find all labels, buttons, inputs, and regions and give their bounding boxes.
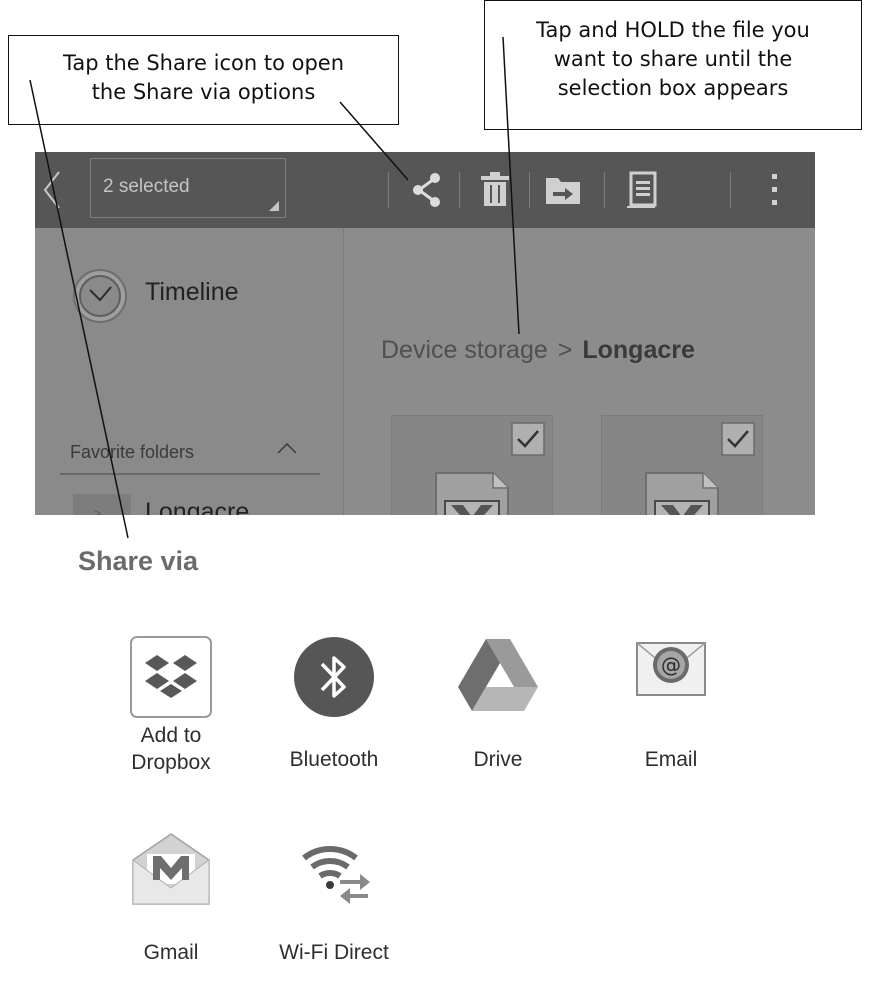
selection-count-dropdown[interactable]: 2 selected bbox=[90, 158, 286, 218]
share-option-label: Bluetooth bbox=[289, 748, 379, 771]
toolbar-divider bbox=[459, 172, 460, 208]
toolbar-divider bbox=[730, 172, 731, 208]
delete-icon[interactable] bbox=[475, 170, 515, 210]
toolbar-divider bbox=[529, 172, 530, 208]
drive-icon bbox=[458, 639, 538, 711]
bluetooth-icon bbox=[294, 637, 374, 717]
phone-screen: 2 selected Timeline Favorite folders > L… bbox=[35, 152, 815, 1004]
breadcrumb-root[interactable]: Device storage bbox=[381, 336, 548, 364]
move-icon[interactable] bbox=[543, 170, 583, 210]
share-option-label: Dropbox bbox=[131, 751, 211, 774]
share-option-gmail[interactable]: Gmail bbox=[96, 828, 246, 966]
checkbox-checked-icon[interactable] bbox=[721, 422, 755, 456]
dropdown-corner-icon bbox=[269, 201, 279, 211]
share-option-dropbox[interactable]: Add to Dropbox bbox=[96, 635, 246, 776]
toolbar-divider bbox=[604, 172, 605, 208]
share-icon[interactable] bbox=[407, 170, 447, 210]
wifi-direct-icon bbox=[302, 846, 370, 904]
share-option-label: Gmail bbox=[143, 941, 199, 964]
share-option-label: Drive bbox=[473, 748, 523, 771]
checkbox-checked-icon[interactable] bbox=[511, 422, 545, 456]
selection-count-label: 2 selected bbox=[103, 176, 190, 197]
breadcrumb-separator: > bbox=[557, 336, 573, 364]
clock-icon[interactable] bbox=[73, 269, 127, 323]
callout-text-line: Tap and HOLD the file you bbox=[536, 18, 810, 42]
callout-share-instruction: Tap the Share icon to open the Share via… bbox=[8, 35, 399, 125]
callout-text-line: want to share until the bbox=[553, 47, 793, 71]
share-option-label: Wi-Fi Direct bbox=[279, 941, 389, 964]
share-via-dialog: Share via Add to Dropbox Bluetooth Drive… bbox=[35, 515, 815, 1004]
callout-text-line: Tap the Share icon to open bbox=[62, 51, 345, 75]
email-icon: @ bbox=[636, 642, 706, 696]
callout-select-instruction: Tap and HOLD the file you want to share … bbox=[484, 0, 862, 130]
favorite-folders-header: Favorite folders bbox=[70, 442, 195, 462]
callout-text-line: the Share via options bbox=[91, 80, 316, 104]
share-option-bluetooth[interactable]: Bluetooth bbox=[259, 635, 409, 773]
dialog-title: Share via bbox=[78, 546, 199, 576]
sidebar-item-timeline[interactable]: Timeline bbox=[145, 278, 239, 307]
favorites-divider bbox=[60, 473, 320, 475]
copy-icon[interactable] bbox=[623, 170, 663, 210]
share-option-wifi-direct[interactable]: Wi-Fi Direct bbox=[259, 828, 409, 966]
breadcrumb: Device storage > Longacre bbox=[381, 336, 695, 365]
dropbox-icon bbox=[130, 636, 212, 718]
back-icon[interactable] bbox=[37, 168, 71, 212]
callout-text-line: selection box appears bbox=[557, 76, 789, 100]
share-option-label: Add to bbox=[140, 724, 202, 747]
share-option-drive[interactable]: Drive bbox=[423, 635, 573, 773]
share-option-label: Email bbox=[644, 748, 698, 771]
svg-text:@: @ bbox=[661, 653, 681, 677]
chevron-up-icon[interactable] bbox=[275, 438, 299, 458]
action-bar: 2 selected bbox=[35, 152, 815, 228]
gmail-icon bbox=[132, 833, 210, 905]
share-option-email[interactable]: @ Email bbox=[596, 635, 746, 773]
toolbar-divider bbox=[388, 172, 389, 208]
breadcrumb-current: Longacre bbox=[582, 336, 695, 364]
overflow-menu-icon[interactable] bbox=[755, 170, 795, 210]
